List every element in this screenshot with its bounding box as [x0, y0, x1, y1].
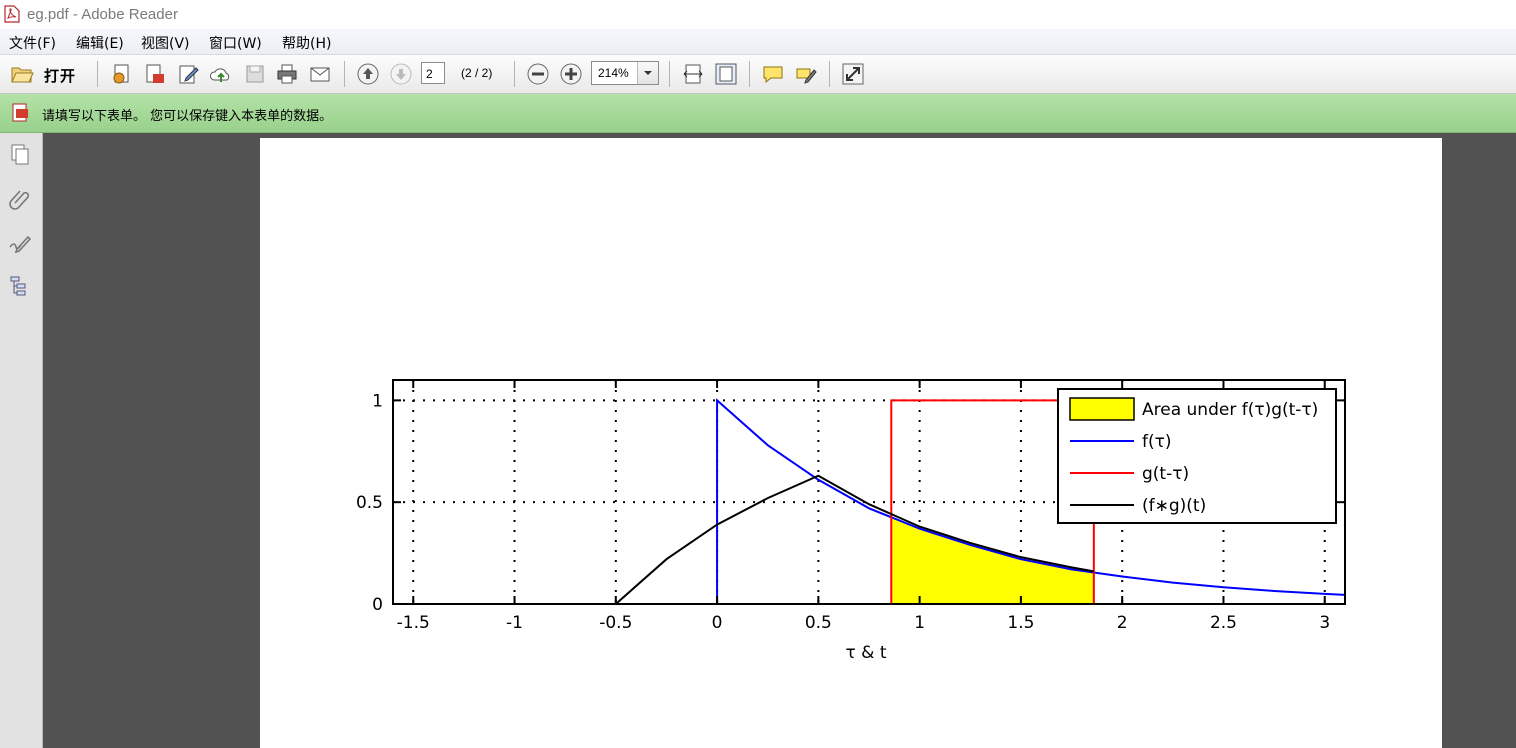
fullscreen-icon[interactable] [841, 62, 865, 86]
window-title: eg.pdf - Adobe Reader [27, 6, 178, 23]
page-number-input[interactable]: 2 [421, 62, 445, 84]
menu-file[interactable]: 文件(F) [8, 33, 57, 53]
legend-label: (f∗g)(t) [1142, 496, 1206, 516]
x-tick-label: 2 [1117, 613, 1128, 633]
zoom-out-icon[interactable] [526, 62, 550, 86]
x-tick-label: -1 [506, 613, 523, 633]
toolbar-separator [669, 61, 670, 87]
attachments-icon[interactable] [7, 185, 33, 211]
create-pdf-icon[interactable] [110, 62, 134, 86]
zoom-value: 214% [598, 66, 629, 80]
save-icon[interactable] [243, 62, 267, 86]
layers-icon[interactable] [7, 273, 33, 299]
y-tick-label: 1 [372, 391, 383, 411]
y-tick-label: 0.5 [356, 493, 383, 513]
email-icon[interactable] [308, 62, 332, 86]
toolbar-separator [97, 61, 98, 87]
navigation-pane [0, 133, 43, 748]
menu-edit[interactable]: 编辑(E) [75, 33, 125, 53]
x-tick-label: 3 [1319, 613, 1330, 633]
form-icon [12, 103, 28, 122]
x-tick-label: 1.5 [1007, 613, 1034, 633]
menu-window[interactable]: 窗口(W) [208, 33, 263, 53]
menu-bar: 文件(F) 编辑(E) 视图(V) 窗口(W) 帮助(H) [0, 29, 1516, 55]
chevron-down-icon [644, 71, 652, 75]
x-tick-label: 1 [914, 613, 925, 633]
pdf-page[interactable]: -1.5 -1 -0.5 0 0.5 1 1.5 2 2.5 3 0 0.5 1 τ & t Area … [260, 138, 1442, 748]
legend-label: g(t-τ) [1142, 464, 1189, 484]
toolbar: 打开 2 (2 / 2) [0, 55, 1516, 94]
toolbar-separator [749, 61, 750, 87]
fit-page-icon[interactable] [714, 62, 738, 86]
x-tick-label: -1.5 [397, 613, 430, 633]
convolution-chart: -1.5 -1 -0.5 0 0.5 1 1.5 2 2.5 3 0 0.5 1 τ & t Area … [356, 379, 1346, 663]
form-message-bar: 请填写以下表单。 您可以保存键入本表单的数据。 [0, 94, 1516, 133]
chart-legend: Area under f(τ)g(t-τ) f(τ) g(t-τ) (f∗g)(t) [1057, 388, 1337, 524]
next-page-icon[interactable] [389, 62, 413, 86]
legend-label: Area under f(τ)g(t-τ) [1142, 400, 1318, 420]
page-count: (2 / 2) [461, 66, 493, 80]
legend-label: f(τ) [1142, 432, 1171, 452]
pages-icon[interactable] [7, 141, 33, 167]
prev-page-icon[interactable] [356, 62, 380, 86]
print-icon[interactable] [275, 62, 299, 86]
y-tick-label: 0 [372, 595, 383, 615]
fit-width-icon[interactable] [681, 62, 705, 86]
edit-form-icon[interactable] [177, 62, 201, 86]
zoom-select[interactable]: 214% [591, 61, 659, 85]
x-tick-label: 0 [712, 613, 723, 633]
form-message: 请填写以下表单。 您可以保存键入本表单的数据。 [42, 109, 333, 124]
comment-icon[interactable] [761, 62, 785, 86]
zoom-in-icon[interactable] [559, 62, 583, 86]
toolbar-separator [829, 61, 830, 87]
pdf-file-icon [4, 5, 20, 23]
menu-help[interactable]: 帮助(H) [281, 33, 332, 53]
title-bar: eg.pdf - Adobe Reader [0, 0, 1516, 29]
open-folder-icon[interactable] [10, 62, 34, 86]
x-tick-label: -0.5 [599, 613, 632, 633]
upload-icon[interactable] [209, 62, 233, 86]
combine-icon[interactable] [143, 62, 167, 86]
highlight-icon[interactable] [794, 62, 818, 86]
toolbar-separator [344, 61, 345, 87]
x-tick-label: 2.5 [1210, 613, 1237, 633]
menu-view[interactable]: 视图(V) [140, 33, 191, 53]
open-button-label[interactable]: 打开 [44, 65, 76, 86]
zoom-dropdown[interactable] [637, 62, 658, 84]
legend-swatch-area [1069, 397, 1135, 421]
toolbar-separator [514, 61, 515, 87]
x-axis-label: τ & t [846, 643, 887, 663]
signatures-icon[interactable] [7, 229, 33, 255]
x-tick-label: 0.5 [805, 613, 832, 633]
